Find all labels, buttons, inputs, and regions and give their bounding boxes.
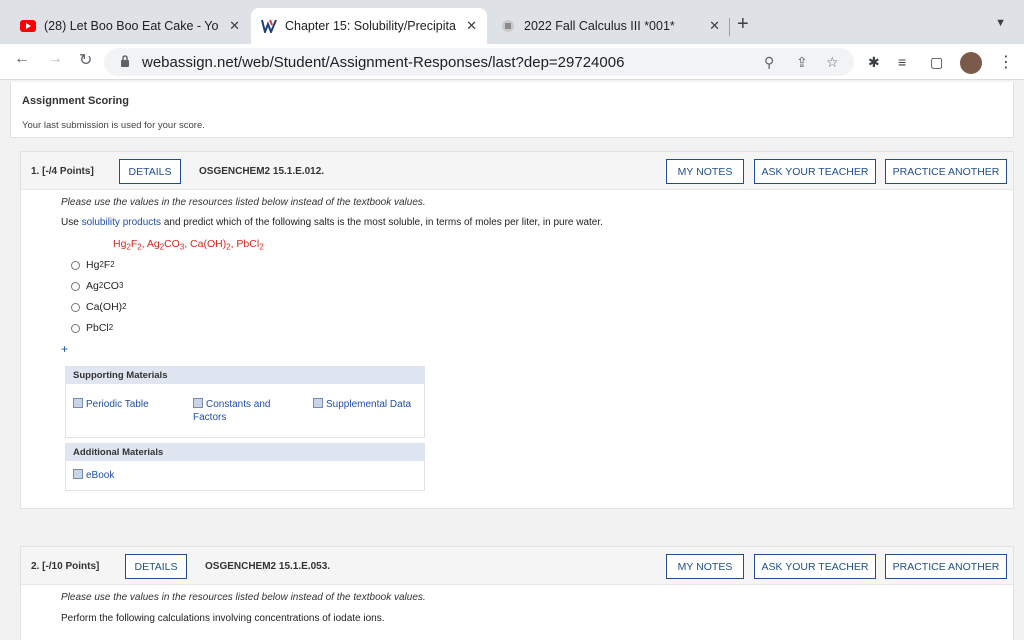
question-prompt: Use solubility products and predict whic… bbox=[61, 217, 603, 228]
star-icon[interactable]: ☆ bbox=[826, 54, 839, 71]
question-header: 2. [-/10 Points] DETAILS OSGENCHEM2 15.1… bbox=[21, 547, 1013, 585]
question-code: OSGENCHEM2 15.1.E.053. bbox=[205, 561, 331, 572]
close-icon[interactable]: ✕ bbox=[229, 18, 240, 34]
radio-button[interactable] bbox=[71, 281, 80, 291]
question-points: 1. [-/4 Points] bbox=[31, 166, 94, 177]
salt-list: Hg2F2, Ag2CO3, Ca(OH)2, PbCl2 bbox=[113, 238, 264, 252]
practice-another-button[interactable]: PRACTICE ANOTHER bbox=[885, 159, 1007, 184]
address-bar[interactable]: webassign.net/web/Student/Assignment-Res… bbox=[104, 48, 854, 76]
ebook-link[interactable]: eBook bbox=[73, 469, 114, 482]
question-header: 1. [-/4 Points] DETAILS OSGENCHEM2 15.1.… bbox=[21, 152, 1013, 190]
question-1: 1. [-/4 Points] DETAILS OSGENCHEM2 15.1.… bbox=[20, 151, 1014, 509]
extension-icon[interactable]: ✱ bbox=[868, 54, 880, 71]
radio-button[interactable] bbox=[71, 260, 80, 270]
new-tab-icon[interactable]: + bbox=[737, 13, 749, 36]
question-points: 2. [-/10 Points] bbox=[31, 561, 100, 572]
answer-option-caoh2[interactable]: Ca(OH) 2 bbox=[71, 301, 127, 313]
avatar[interactable] bbox=[960, 52, 982, 74]
additional-materials-panel: Additional Materials eBook bbox=[65, 443, 425, 491]
answer-option-pbcl2[interactable]: PbCl 2 bbox=[71, 322, 113, 334]
webassign-icon bbox=[261, 18, 277, 34]
instruction-note: Please use the values in the resources l… bbox=[61, 592, 426, 603]
lock-icon bbox=[121, 55, 129, 67]
tab-title: 2022 Fall Calculus III *001* bbox=[524, 19, 675, 33]
supplemental-data-link[interactable]: Supplemental Data bbox=[313, 398, 413, 411]
question-2: 2. [-/10 Points] DETAILS OSGENCHEM2 15.1… bbox=[20, 546, 1014, 640]
instruction-note: Please use the values in the resources l… bbox=[61, 197, 426, 208]
university-icon bbox=[500, 18, 516, 34]
side-panel-icon[interactable]: ▢ bbox=[930, 54, 943, 71]
radio-button[interactable] bbox=[71, 302, 80, 312]
additional-materials-title: Additional Materials bbox=[66, 444, 424, 461]
url-text: webassign.net/web/Student/Assignment-Res… bbox=[142, 54, 625, 71]
forward-icon[interactable]: → bbox=[47, 50, 63, 68]
solubility-products-link[interactable]: solubility products bbox=[82, 217, 161, 228]
book-icon bbox=[73, 469, 83, 479]
zoom-icon[interactable]: ⚲ bbox=[764, 54, 774, 71]
answer-option-hg2f2[interactable]: Hg 2 F 2 bbox=[71, 259, 115, 271]
tab-calculus[interactable]: 2022 Fall Calculus III *001* ✕ bbox=[490, 8, 730, 44]
scoring-text: Your last submission is used for your sc… bbox=[22, 120, 205, 131]
plus-icon[interactable]: + bbox=[61, 342, 68, 356]
close-icon[interactable]: ✕ bbox=[466, 18, 477, 34]
question-code: OSGENCHEM2 15.1.E.012. bbox=[199, 166, 325, 177]
reload-icon[interactable]: ↻ bbox=[79, 50, 92, 70]
tab-title: (28) Let Boo Boo Eat Cake - Yo bbox=[44, 19, 219, 33]
chevron-down-icon[interactable]: ▼ bbox=[995, 17, 1006, 29]
assignment-scoring-box: Assignment Scoring Your last submission … bbox=[10, 82, 1014, 138]
answer-option-ag2co3[interactable]: Ag 2 CO 3 bbox=[71, 280, 123, 292]
my-notes-button[interactable]: MY NOTES bbox=[666, 159, 744, 184]
details-button[interactable]: DETAILS bbox=[125, 554, 187, 579]
question-prompt: Perform the following calculations invol… bbox=[61, 613, 385, 624]
document-icon bbox=[193, 398, 203, 408]
more-menu-icon[interactable]: ⋮ bbox=[998, 52, 1014, 72]
tab-divider bbox=[729, 18, 730, 36]
page-content: Assignment Scoring Your last submission … bbox=[0, 80, 1024, 640]
document-icon bbox=[73, 398, 83, 408]
ask-teacher-button[interactable]: ASK YOUR TEACHER bbox=[754, 159, 876, 184]
my-notes-button[interactable]: MY NOTES bbox=[666, 554, 744, 579]
constants-factors-link[interactable]: Constants and Factors bbox=[193, 398, 293, 424]
tab-webassign[interactable]: Chapter 15: Solubility/Precipita ✕ bbox=[251, 8, 487, 44]
periodic-table-link[interactable]: Periodic Table bbox=[73, 398, 149, 411]
supporting-materials-title: Supporting Materials bbox=[66, 367, 424, 384]
browser-toolbar: ← → ↻ webassign.net/web/Student/Assignme… bbox=[0, 44, 1024, 80]
scoring-title: Assignment Scoring bbox=[22, 95, 129, 107]
back-icon[interactable]: ← bbox=[14, 50, 30, 68]
radio-button[interactable] bbox=[71, 323, 80, 333]
tab-title: Chapter 15: Solubility/Precipita bbox=[285, 19, 456, 33]
details-button[interactable]: DETAILS bbox=[119, 159, 181, 184]
youtube-icon bbox=[20, 18, 36, 34]
tab-youtube[interactable]: (28) Let Boo Boo Eat Cake - Yo ✕ bbox=[10, 8, 250, 44]
practice-another-button[interactable]: PRACTICE ANOTHER bbox=[885, 554, 1007, 579]
supporting-materials-panel: Supporting Materials Periodic Table Cons… bbox=[65, 366, 425, 438]
tab-strip: (28) Let Boo Boo Eat Cake - Yo ✕ Chapter… bbox=[0, 0, 1024, 44]
ask-teacher-button[interactable]: ASK YOUR TEACHER bbox=[754, 554, 876, 579]
close-icon[interactable]: ✕ bbox=[709, 18, 720, 34]
reading-list-icon[interactable]: ≡ bbox=[898, 54, 906, 70]
share-icon[interactable]: ⇪ bbox=[796, 54, 808, 71]
document-icon bbox=[313, 398, 323, 408]
